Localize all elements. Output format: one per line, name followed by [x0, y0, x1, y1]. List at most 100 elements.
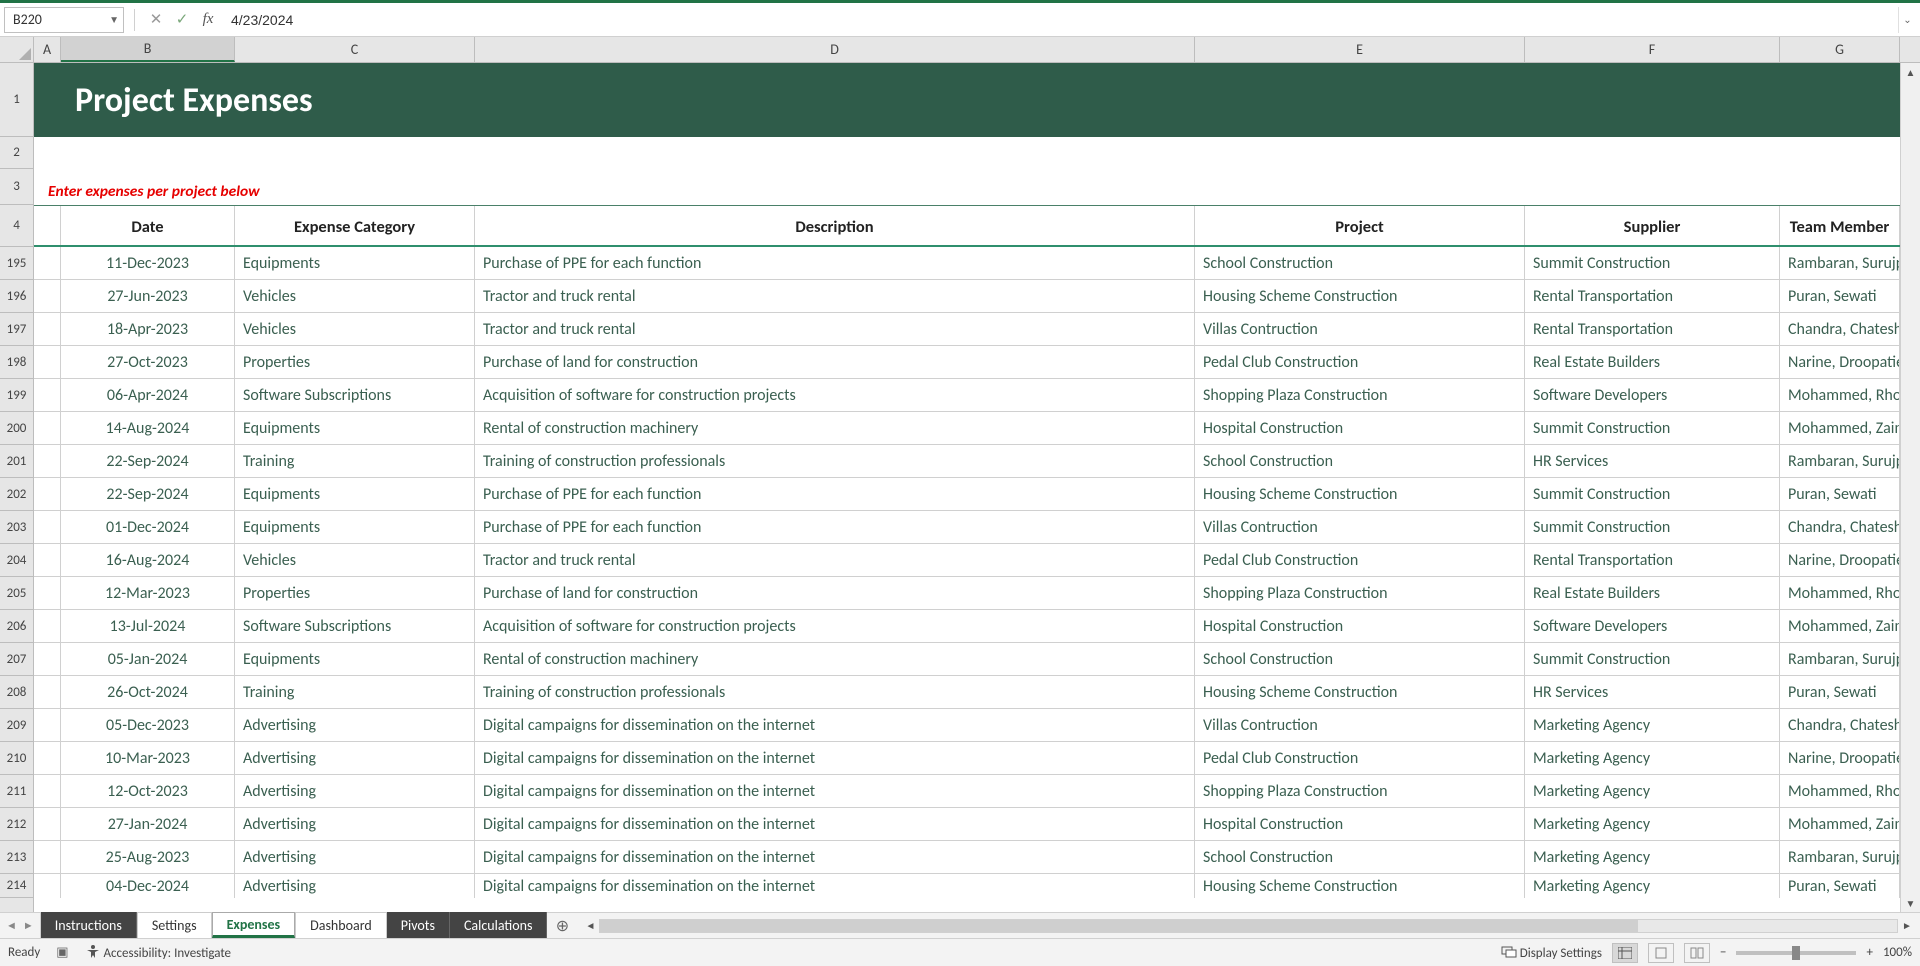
- cell-date[interactable]: 25-Aug-2023: [61, 841, 235, 873]
- hscroll-left-icon[interactable]: ◄: [581, 919, 599, 932]
- cell-category[interactable]: Advertising: [235, 742, 475, 774]
- cell-date[interactable]: 22-Sep-2024: [61, 445, 235, 477]
- row-header[interactable]: 197: [0, 313, 33, 346]
- name-box[interactable]: B220 ▼: [4, 7, 124, 33]
- table-row[interactable]: 12-Oct-2023AdvertisingDigital campaigns …: [34, 775, 1900, 808]
- row-header[interactable]: 206: [0, 610, 33, 643]
- cell-description[interactable]: Digital campaigns for dissemination on t…: [475, 841, 1195, 873]
- cell-project[interactable]: Housing Scheme Construction: [1195, 280, 1525, 312]
- cell-team[interactable]: Narine, Droopatie: [1780, 346, 1900, 378]
- row-header[interactable]: 4: [0, 205, 33, 247]
- col-header-A[interactable]: A: [34, 37, 61, 62]
- col-header-F[interactable]: F: [1525, 37, 1780, 62]
- cell-team[interactable]: Chandra, Chateshwar: [1780, 511, 1900, 543]
- row-header[interactable]: 196: [0, 280, 33, 313]
- table-row[interactable]: 18-Apr-2023VehiclesTractor and truck ren…: [34, 313, 1900, 346]
- table-row[interactable]: 13-Jul-2024Software SubscriptionsAcquisi…: [34, 610, 1900, 643]
- sheet-tab-calculations[interactable]: Calculations: [450, 912, 547, 938]
- sheet-tab-pivots[interactable]: Pivots: [387, 912, 450, 938]
- table-row[interactable]: 12-Mar-2023PropertiesPurchase of land fo…: [34, 577, 1900, 610]
- macro-record-icon[interactable]: ▣: [56, 945, 68, 960]
- cell-supplier[interactable]: Summit Construction: [1525, 478, 1780, 510]
- col-header-B[interactable]: B: [61, 37, 235, 62]
- col-header-G[interactable]: G: [1780, 37, 1900, 62]
- table-row[interactable]: 25-Aug-2023AdvertisingDigital campaigns …: [34, 841, 1900, 874]
- horizontal-scrollbar[interactable]: ◄ ►: [577, 913, 1920, 938]
- row-header[interactable]: 3: [0, 169, 33, 205]
- cell-team[interactable]: Puran, Sewati: [1780, 874, 1900, 898]
- cell-supplier[interactable]: Summit Construction: [1525, 247, 1780, 279]
- cell-project[interactable]: School Construction: [1195, 247, 1525, 279]
- cell-team[interactable]: Mohammed, Zainool: [1780, 412, 1900, 444]
- sheet-tab-instructions[interactable]: Instructions: [41, 912, 137, 938]
- scroll-down-icon[interactable]: ▼: [1901, 894, 1920, 912]
- view-page-break-icon[interactable]: [1684, 943, 1710, 963]
- cell-date[interactable]: 18-Apr-2023: [61, 313, 235, 345]
- table-row[interactable]: 05-Jan-2024EquipmentsRental of construct…: [34, 643, 1900, 676]
- cancel-icon[interactable]: ✕: [145, 9, 167, 31]
- cell-project[interactable]: Hospital Construction: [1195, 610, 1525, 642]
- cell-project[interactable]: Housing Scheme Construction: [1195, 676, 1525, 708]
- cell-category[interactable]: Advertising: [235, 874, 475, 898]
- cell-date[interactable]: 27-Jun-2023: [61, 280, 235, 312]
- cell-date[interactable]: 06-Apr-2024: [61, 379, 235, 411]
- cell-team[interactable]: Mohammed, Zainool: [1780, 610, 1900, 642]
- cell-project[interactable]: Villas Contruction: [1195, 709, 1525, 741]
- cell-project[interactable]: Pedal Club Construction: [1195, 544, 1525, 576]
- cell-category[interactable]: Training: [235, 676, 475, 708]
- table-row[interactable]: 27-Oct-2023PropertiesPurchase of land fo…: [34, 346, 1900, 379]
- cell-description[interactable]: Purchase of land for construction: [475, 577, 1195, 609]
- zoom-level[interactable]: 100%: [1883, 945, 1912, 960]
- cell-date[interactable]: 13-Jul-2024: [61, 610, 235, 642]
- cell-description[interactable]: Digital campaigns for dissemination on t…: [475, 808, 1195, 840]
- tab-first-icon[interactable]: ◄: [6, 919, 17, 932]
- zoom-out-button[interactable]: −: [1720, 945, 1726, 960]
- cell-category[interactable]: Vehicles: [235, 280, 475, 312]
- cell-supplier[interactable]: Real Estate Builders: [1525, 577, 1780, 609]
- cell-project[interactable]: School Construction: [1195, 841, 1525, 873]
- row-header[interactable]: 200: [0, 412, 33, 445]
- cell-project[interactable]: Hospital Construction: [1195, 412, 1525, 444]
- cell-team[interactable]: Narine, Droopatie: [1780, 544, 1900, 576]
- cell-project[interactable]: Housing Scheme Construction: [1195, 478, 1525, 510]
- cell-description[interactable]: Rental of construction machinery: [475, 412, 1195, 444]
- cell-description[interactable]: Acquisition of software for construction…: [475, 610, 1195, 642]
- fx-icon[interactable]: fx: [197, 9, 219, 31]
- col-header-D[interactable]: D: [475, 37, 1195, 62]
- table-row[interactable]: 14-Aug-2024EquipmentsRental of construct…: [34, 412, 1900, 445]
- cell-project[interactable]: Shopping Plaza Construction: [1195, 577, 1525, 609]
- cell-supplier[interactable]: HR Services: [1525, 445, 1780, 477]
- cell-supplier[interactable]: Marketing Agency: [1525, 742, 1780, 774]
- cell-date[interactable]: 11-Dec-2023: [61, 247, 235, 279]
- cell-supplier[interactable]: Rental Transportation: [1525, 544, 1780, 576]
- table-row[interactable]: 22-Sep-2024EquipmentsPurchase of PPE for…: [34, 478, 1900, 511]
- table-row[interactable]: 01-Dec-2024EquipmentsPurchase of PPE for…: [34, 511, 1900, 544]
- cell-project[interactable]: School Construction: [1195, 643, 1525, 675]
- cell-supplier[interactable]: Marketing Agency: [1525, 841, 1780, 873]
- cell-project[interactable]: Hospital Construction: [1195, 808, 1525, 840]
- row-header[interactable]: 201: [0, 445, 33, 478]
- formula-bar-expand-icon[interactable]: ⌄: [1898, 7, 1916, 33]
- cell-date[interactable]: 22-Sep-2024: [61, 478, 235, 510]
- row-header[interactable]: 205: [0, 577, 33, 610]
- cell-team[interactable]: Narine, Droopatie: [1780, 742, 1900, 774]
- vertical-scrollbar[interactable]: ▲ ▼: [1900, 63, 1920, 912]
- cell-category[interactable]: Equipments: [235, 412, 475, 444]
- row-header[interactable]: 212: [0, 808, 33, 841]
- cell-project[interactable]: Villas Contruction: [1195, 313, 1525, 345]
- cell-team[interactable]: Puran, Sewati: [1780, 478, 1900, 510]
- formula-input[interactable]: [223, 7, 1894, 33]
- cell-category[interactable]: Advertising: [235, 841, 475, 873]
- row-header[interactable]: 209: [0, 709, 33, 742]
- row-header[interactable]: 2: [0, 137, 33, 169]
- cell-team[interactable]: Mohammed, Rhona: [1780, 577, 1900, 609]
- cell-team[interactable]: Chandra, Chateshwar: [1780, 709, 1900, 741]
- cell-category[interactable]: Equipments: [235, 511, 475, 543]
- cell-category[interactable]: Advertising: [235, 808, 475, 840]
- cell-supplier[interactable]: Summit Construction: [1525, 643, 1780, 675]
- row-header[interactable]: 208: [0, 676, 33, 709]
- cell-supplier[interactable]: Marketing Agency: [1525, 775, 1780, 807]
- cell-supplier[interactable]: Software Developers: [1525, 610, 1780, 642]
- cell-description[interactable]: Acquisition of software for construction…: [475, 379, 1195, 411]
- cell-team[interactable]: Puran, Sewati: [1780, 676, 1900, 708]
